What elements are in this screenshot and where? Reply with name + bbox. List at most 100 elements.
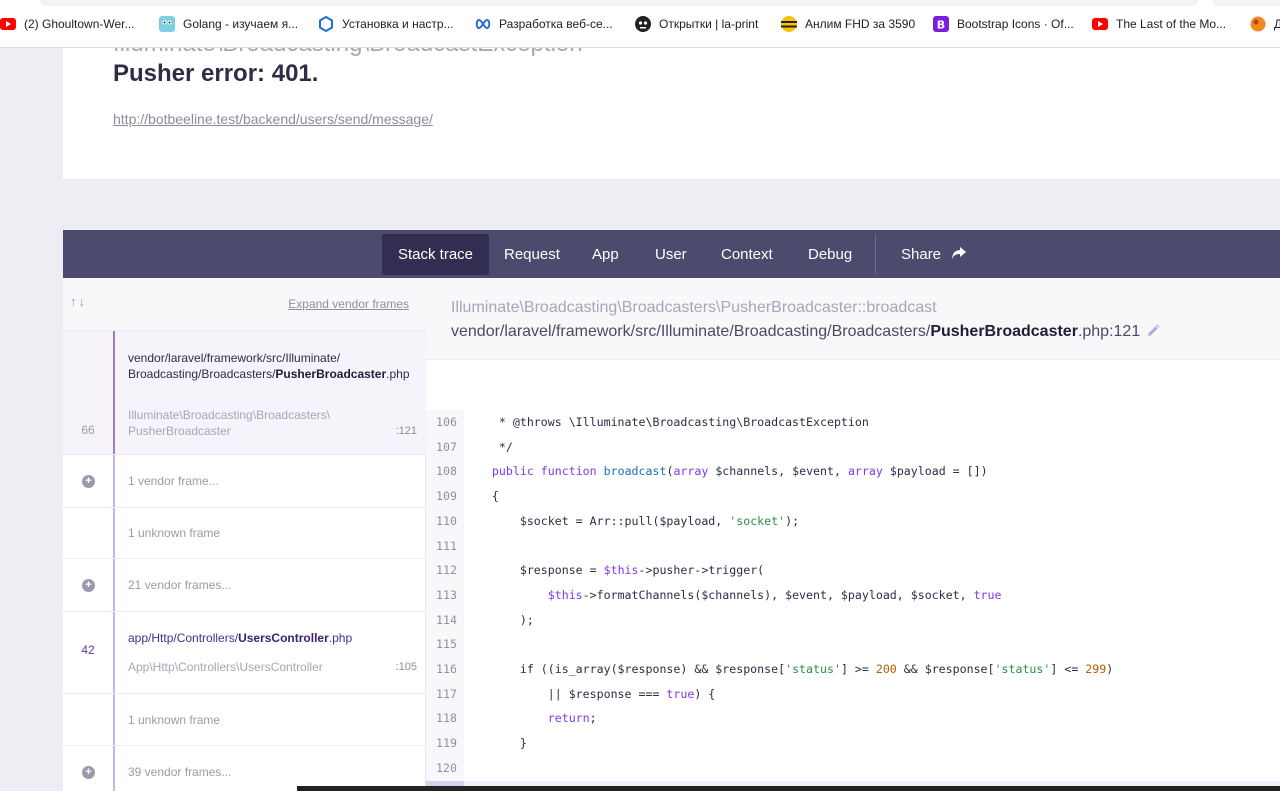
frames-list: ↑↓ Expand vendor frames 66 vendor/larave… (63, 278, 426, 791)
line-number: 110 (426, 508, 464, 534)
youtube-icon (1092, 16, 1108, 32)
stack-trace-panel: Stack trace Request App User Context Deb… (63, 230, 1280, 791)
code-line: 112 $response = $this->pusher->trigger( (426, 558, 1280, 583)
beeline-icon (781, 16, 797, 32)
frame-gutter (113, 746, 115, 791)
code-header: Illuminate\Broadcasting\Broadcasters\Pus… (426, 278, 1280, 360)
frame-label: 39 vendor frames... (128, 765, 232, 779)
bookmark-webdev[interactable]: Разработка веб-се... (475, 14, 613, 34)
tab-request[interactable]: Request (488, 234, 576, 275)
code-line: 110 $socket = Arr::pull($payload, 'socke… (426, 508, 1280, 534)
code-line: 117 || $response === true) { (426, 681, 1280, 707)
expand-plus-icon: + (82, 475, 95, 488)
line-number: 112 (426, 558, 464, 583)
line-source: return; (547, 711, 597, 726)
line-source: { (464, 489, 499, 504)
frame-gutter (113, 559, 115, 611)
line-number: 111 (426, 533, 464, 559)
frame-item-unknown: 1 unknown frame (63, 508, 426, 559)
tab-debug[interactable]: Debug (792, 234, 868, 275)
frame-gutter (113, 331, 115, 454)
bookmark-beeline[interactable]: Анлим FHD за 3590 (781, 14, 915, 34)
frame-item-users-controller[interactable]: 42 app/Http/Controllers/UsersController.… (63, 612, 426, 694)
bookmark-lastofmo[interactable]: The Last of the Mo... (1092, 14, 1226, 34)
sort-arrows-icon[interactable]: ↑↓ (70, 294, 87, 309)
request-url-link[interactable]: http://botbeeline.test/backend/users/sen… (113, 111, 433, 127)
frame-item-pusher-broadcaster[interactable]: 66 vendor/laravel/framework/src/Illumina… (63, 331, 426, 455)
tab-share[interactable]: Share (885, 234, 983, 275)
infinity-icon (475, 16, 491, 32)
line-source: * @throws \Illuminate\Broadcasting\Broad… (464, 415, 869, 429)
frame-gutter (113, 612, 115, 693)
line-number: 118 (426, 706, 464, 732)
frames-header: ↑↓ Expand vendor frames (63, 278, 426, 331)
bookmark-install[interactable]: Установка и настр... (318, 14, 454, 34)
tab-separator (875, 234, 876, 275)
skull-icon (635, 16, 651, 32)
bookmark-label: Анлим FHD за 3590 (805, 17, 916, 31)
tab-user[interactable]: User (639, 234, 703, 275)
code-line: 116 if ((is_array($response) && $respons… (426, 657, 1280, 682)
frame-number: 42 (81, 643, 95, 657)
line-number: 115 (426, 632, 464, 657)
frame-class: App\Http\Controllers\UsersController (128, 660, 323, 674)
line-source: ); (464, 612, 534, 627)
tab-context[interactable]: Context (705, 234, 789, 275)
code-line: 111 (426, 533, 1280, 559)
bookmarks-bar: (2) Ghoultown-Wer... Golang - изучаем я.… (0, 0, 1280, 48)
pencil-icon[interactable] (1146, 324, 1160, 343)
line-source: || $response === true) { (464, 686, 716, 701)
code-line: 107 */ (426, 434, 1280, 460)
bookmark-ghoultown[interactable]: (2) Ghoultown-Wer... (0, 14, 134, 34)
code-line: 118 return; (426, 706, 1280, 732)
code-line: 113 $this->formatChannels($channels), $e… (426, 582, 1280, 608)
line-number: 119 (426, 731, 464, 756)
line-source: public function broadcast(array $channel… (491, 464, 988, 479)
code-line: 115 (426, 632, 1280, 657)
orange-icon (1250, 16, 1266, 32)
expand-vendor-frames-link[interactable]: Expand vendor frames (288, 297, 409, 311)
expand-plus-icon: + (82, 766, 95, 779)
bookmark-label: Открытки | la-print (659, 17, 759, 31)
frame-line: :121 (395, 425, 417, 437)
frame-number: 66 (81, 423, 95, 437)
frame-item-unknown: 1 unknown frame (63, 694, 426, 746)
line-number: 107 (426, 434, 464, 460)
svg-text:B: B (937, 19, 945, 32)
frame-item-vendor-group[interactable]: + 39 vendor frames... (63, 746, 426, 791)
frame-label: 1 unknown frame (128, 713, 221, 727)
frame-item-vendor-group[interactable]: + 1 vendor frame... (63, 455, 426, 508)
tab-stack-trace[interactable]: Stack trace (382, 234, 490, 275)
bookmark-label: Установка и настр... (342, 17, 454, 31)
code-line: 120 (426, 755, 1280, 781)
frame-file: app/Http/Controllers/UsersController.php (128, 631, 353, 645)
bookmark-label: The Last of the Mo... (1116, 17, 1227, 31)
line-source: $response = $this->pusher->trigger( (464, 563, 765, 578)
line-source: if ((is_array($response) && $response['s… (464, 662, 1114, 676)
frame-file: vendor/laravel/framework/src/Illuminate/… (128, 351, 410, 381)
code-line: 109 { (426, 484, 1280, 509)
line-number: 120 (426, 755, 464, 781)
code-line: 114 ); (426, 607, 1280, 633)
bookmark-bootstrap[interactable]: B Bootstrap Icons · Of... (933, 14, 1074, 34)
bookmark-laprint[interactable]: Открытки | la-print (635, 14, 758, 34)
profile-area-edge (1212, 0, 1280, 6)
frame-gutter (113, 455, 115, 507)
frame-gutter (113, 508, 115, 558)
bookmark-label: (2) Ghoultown-Wer... (24, 17, 135, 31)
line-source: } (464, 736, 527, 751)
bootstrap-icon: B (933, 16, 949, 32)
frame-label: 1 unknown frame (128, 526, 221, 540)
frame-class: Illuminate\Broadcasting\Broadcasters\ Pu… (128, 408, 331, 438)
bookmark-golang[interactable]: Golang - изучаем я... (159, 14, 298, 34)
hexagon-icon (318, 16, 334, 32)
tab-app[interactable]: App (576, 234, 635, 275)
exception-message: Pusher error: 401. (113, 60, 319, 87)
line-number: 114 (426, 607, 464, 633)
bookmark-overflow[interactable]: Д (1250, 14, 1280, 34)
frame-class-method: Illuminate\Broadcasting\Broadcasters\Pus… (451, 299, 937, 316)
frame-gutter (113, 694, 115, 745)
line-number: 109 (426, 484, 464, 509)
horizontal-scrollbar[interactable] (297, 786, 1280, 791)
frame-item-vendor-group[interactable]: + 21 vendor frames... (63, 559, 426, 612)
